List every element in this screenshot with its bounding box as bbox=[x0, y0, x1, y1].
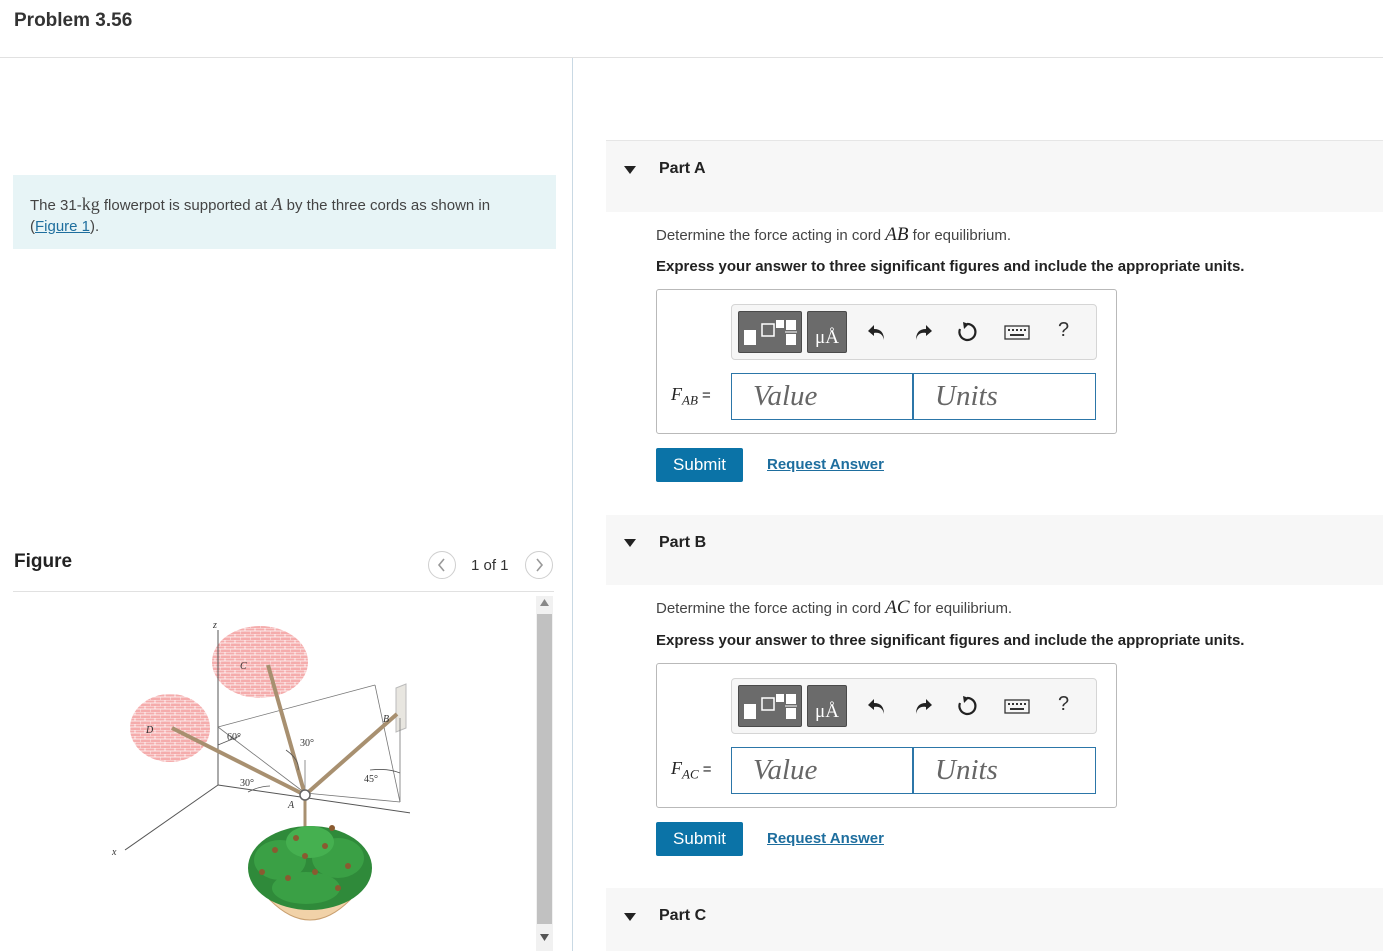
redo-icon[interactable] bbox=[912, 695, 934, 717]
question-text: Determine the force acting in cord bbox=[656, 600, 886, 617]
cord-name: AB bbox=[885, 224, 909, 245]
units-input[interactable]: Units bbox=[913, 373, 1096, 420]
point-a: A bbox=[271, 194, 283, 214]
problem-intro: The 31-kg flowerpot is supported at A by… bbox=[13, 175, 556, 249]
problem-statement: The 31-kg flowerpot is supported at A by… bbox=[30, 194, 545, 237]
fig-label-b: B bbox=[383, 714, 389, 725]
flowerpot-figure: z x y A B C D 60° 30° 45° 30° bbox=[111, 620, 410, 921]
angle-arc-45 bbox=[369, 769, 401, 774]
part-a-instruction: Express your answer to three significant… bbox=[656, 258, 1245, 275]
redo-icon[interactable] bbox=[912, 321, 934, 343]
chevron-right-icon bbox=[536, 558, 544, 572]
part-a-submit-button[interactable]: Submit bbox=[656, 448, 743, 482]
var-main: F bbox=[671, 384, 682, 404]
wall-d-bricks bbox=[130, 694, 210, 762]
angle-45: 45° bbox=[364, 774, 378, 785]
templates-button[interactable] bbox=[738, 685, 802, 727]
intro-text-2: flowerpot is supported at bbox=[99, 197, 272, 214]
help-icon[interactable]: ? bbox=[1058, 693, 1069, 716]
prev-figure-button[interactable] bbox=[428, 551, 456, 579]
scroll-down-icon[interactable] bbox=[540, 934, 549, 941]
fig-label-x: x bbox=[111, 847, 117, 858]
pane-divider[interactable] bbox=[572, 58, 573, 951]
intro-text-1: The 31- bbox=[30, 197, 82, 214]
fab-label: FAB = bbox=[671, 384, 711, 409]
part-b-header[interactable]: Part B bbox=[606, 515, 1383, 585]
part-b-label: Part B bbox=[659, 534, 707, 551]
wall-c-bricks bbox=[212, 626, 308, 698]
x-axis bbox=[124, 784, 219, 851]
units-button[interactable]: μÅ bbox=[807, 311, 847, 353]
var-sub: AB bbox=[682, 392, 698, 408]
question-text-end: for equilibrium. bbox=[908, 227, 1012, 244]
cord-ab bbox=[303, 712, 399, 797]
part-a-header[interactable]: Part A bbox=[606, 141, 1383, 212]
templates-button[interactable] bbox=[738, 311, 802, 353]
next-figure-button[interactable] bbox=[525, 551, 553, 579]
help-icon[interactable]: ? bbox=[1058, 319, 1069, 342]
cord-name: AC bbox=[885, 597, 910, 618]
chevron-left-icon bbox=[437, 558, 445, 572]
equals-sign: = bbox=[698, 761, 712, 778]
figure-link[interactable]: Figure 1 bbox=[35, 218, 90, 235]
part-b-answer-box: μÅ ? FAC = Value Units bbox=[656, 663, 1117, 808]
part-a-request-answer-link[interactable]: Request Answer bbox=[767, 456, 884, 473]
header-divider bbox=[0, 57, 1383, 58]
part-b-instruction: Express your answer to three significant… bbox=[656, 632, 1245, 649]
value-input[interactable]: Value bbox=[731, 373, 913, 420]
templates-icon bbox=[744, 320, 797, 345]
caret-down-icon[interactable] bbox=[624, 539, 636, 547]
wall-b bbox=[395, 683, 407, 733]
templates-icon bbox=[744, 694, 797, 719]
figure-scroll-thumb[interactable] bbox=[537, 614, 552, 924]
figure-divider bbox=[13, 591, 554, 592]
angle-30-top: 30° bbox=[300, 738, 314, 749]
figure-heading: Figure bbox=[14, 551, 73, 572]
keyboard-icon[interactable] bbox=[1004, 321, 1030, 343]
units-icon: μÅ bbox=[815, 701, 839, 722]
equals-sign: = bbox=[697, 387, 711, 404]
caret-down-icon[interactable] bbox=[624, 166, 636, 174]
intro-text-3: by the three cords as shown in bbox=[282, 197, 491, 214]
question-text-end: for equilibrium. bbox=[909, 600, 1013, 617]
problem-title: Problem 3.56 bbox=[14, 10, 133, 31]
scroll-up-icon[interactable] bbox=[540, 599, 549, 606]
math-toolbar: μÅ ? bbox=[731, 678, 1097, 734]
math-toolbar: μÅ ? bbox=[731, 304, 1097, 360]
paren-close: ). bbox=[90, 218, 100, 235]
caret-down-icon[interactable] bbox=[624, 913, 636, 921]
angle-60: 60° bbox=[227, 732, 241, 743]
angle-30-bottom: 30° bbox=[240, 778, 254, 789]
question-text: Determine the force acting in cord bbox=[656, 227, 886, 244]
reset-icon[interactable] bbox=[956, 695, 978, 717]
keyboard-icon[interactable] bbox=[1004, 695, 1030, 717]
part-b-submit-button[interactable]: Submit bbox=[656, 822, 743, 856]
part-a-label: Part A bbox=[659, 160, 706, 177]
units-icon: μÅ bbox=[815, 327, 839, 348]
ab-guide-1 bbox=[304, 792, 401, 803]
fig-label-c: C bbox=[240, 661, 247, 672]
var-main: F bbox=[671, 758, 682, 778]
reset-icon[interactable] bbox=[956, 321, 978, 343]
units-button[interactable]: μÅ bbox=[807, 685, 847, 727]
mass-unit: kg bbox=[81, 194, 100, 214]
units-input[interactable]: Units bbox=[913, 747, 1096, 794]
ring-a bbox=[299, 789, 311, 801]
part-c-header[interactable]: Part C bbox=[606, 888, 1383, 951]
fac-label: FAC = bbox=[671, 758, 712, 783]
figure-counter: 1 of 1 bbox=[471, 557, 509, 574]
fig-label-z: z bbox=[212, 620, 217, 631]
fig-label-d: D bbox=[145, 725, 154, 736]
value-input[interactable]: Value bbox=[731, 747, 913, 794]
part-b-request-answer-link[interactable]: Request Answer bbox=[767, 830, 884, 847]
fig-label-a: A bbox=[287, 800, 295, 811]
plant-foliage bbox=[248, 825, 372, 910]
var-sub: AC bbox=[682, 766, 699, 782]
part-a-question: Determine the force acting in cord AB fo… bbox=[656, 224, 1011, 246]
part-b-question: Determine the force acting in cord AC fo… bbox=[656, 597, 1012, 619]
undo-icon[interactable] bbox=[866, 321, 888, 343]
part-a-answer-box: μÅ ? FAB = Value Units bbox=[656, 289, 1117, 434]
undo-icon[interactable] bbox=[866, 695, 888, 717]
part-c-label: Part C bbox=[659, 907, 707, 924]
